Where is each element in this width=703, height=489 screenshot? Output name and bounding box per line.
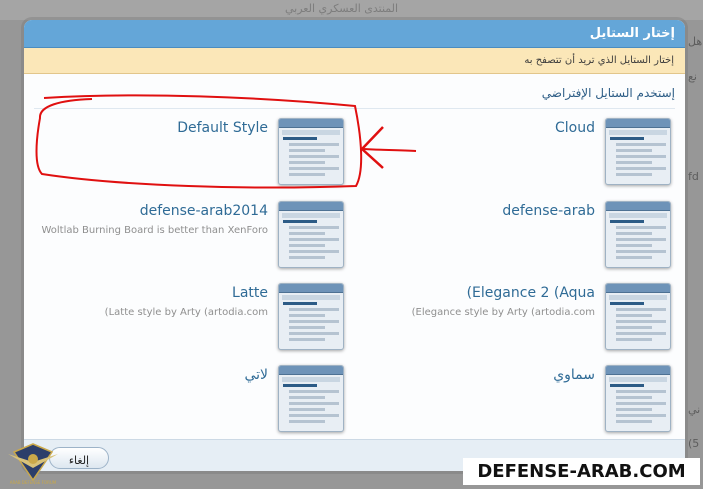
style-description: (Latte style by Arty (artodia.com: [104, 307, 268, 318]
forum-logo: ARAB DEFENSE FORUM: [8, 443, 58, 485]
style-option-latte[interactable]: Latte (Latte style by Arty (artodia.com: [24, 283, 344, 355]
style-name[interactable]: (Elegance 2 (Aqua: [467, 285, 595, 301]
style-thumbnail[interactable]: [605, 201, 671, 268]
dialog-notice: إختار الستايل الذي تريد أن تتصفح به: [24, 48, 685, 74]
use-default-style-link[interactable]: إستخدم الستايل الإفتراضي: [542, 86, 675, 100]
style-name[interactable]: defense-arab: [502, 203, 595, 219]
style-option-latte-arabic[interactable]: لاتي: [24, 365, 344, 437]
style-option-cloud[interactable]: Cloud: [351, 118, 671, 190]
style-option-defense-arab[interactable]: defense-arab: [351, 201, 671, 273]
style-name[interactable]: Default Style: [177, 120, 268, 136]
style-name[interactable]: defense-arab2014: [140, 203, 268, 219]
style-name[interactable]: لاتي: [244, 367, 268, 383]
style-chooser-dialog: إختار الستايل إختار الستايل الذي تريد أن…: [24, 20, 685, 471]
style-thumbnail[interactable]: [278, 118, 344, 185]
style-option-defense-arab2014[interactable]: defense-arab2014 Woltlab Burning Board i…: [24, 201, 344, 273]
style-thumbnail[interactable]: [278, 283, 344, 350]
style-name[interactable]: سماوي: [553, 367, 595, 383]
site-watermark: DEFENSE-ARAB.COM: [463, 458, 700, 485]
style-thumbnail[interactable]: [605, 365, 671, 432]
style-thumbnail[interactable]: [605, 283, 671, 350]
style-option-default[interactable]: Default Style: [24, 118, 344, 190]
style-description: Woltlab Burning Board is better than Xen…: [41, 225, 268, 236]
style-option-elegance-aqua[interactable]: (Elegance 2 (Aqua (Elegance style by Art…: [351, 283, 671, 355]
divider: [34, 108, 675, 109]
style-option-samawi[interactable]: سماوي: [351, 365, 671, 437]
style-name[interactable]: Cloud: [555, 120, 595, 136]
style-thumbnail[interactable]: [278, 201, 344, 268]
style-description: (Elegance style by Arty (artodia.com: [411, 307, 595, 318]
forum-logo-text: ARAB DEFENSE FORUM: [10, 480, 57, 485]
dialog-title: إختار الستايل: [24, 20, 685, 48]
style-name[interactable]: Latte: [232, 285, 268, 301]
style-thumbnail[interactable]: [605, 118, 671, 185]
style-thumbnail[interactable]: [278, 365, 344, 432]
